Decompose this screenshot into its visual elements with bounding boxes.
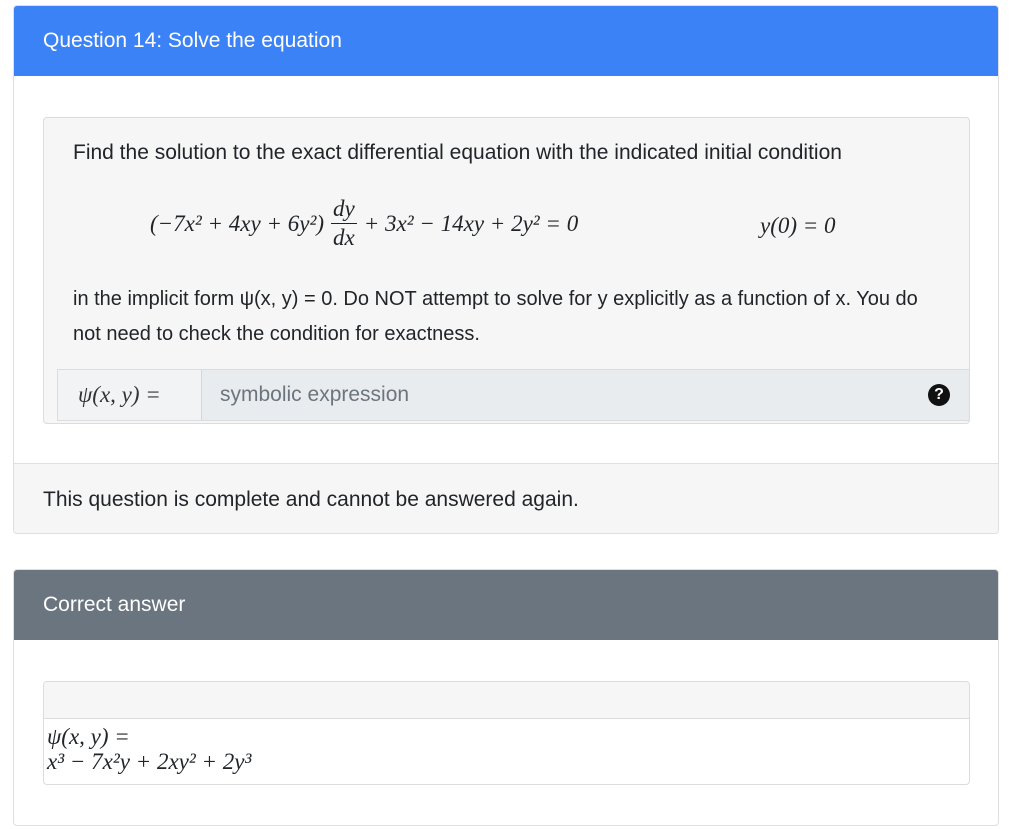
- correct-answer-expression: x³ − 7x²y + 2xy² + 2y³: [47, 749, 252, 774]
- differential-equation: (−7x² + 4xy + 6y²) dy dx + 3x² − 14xy + …: [150, 196, 578, 251]
- answer-label: ψ(x, y) =: [58, 370, 202, 420]
- correct-answer-title: Correct answer: [43, 593, 186, 616]
- answer-input-group: ψ(x, y) = symbolic expression ?: [57, 369, 969, 421]
- correct-answer-label: ψ(x, y) =: [47, 724, 130, 749]
- question-card: Question 14: Solve the equation Find the…: [13, 5, 999, 534]
- question-footer: This question is complete and cannot be …: [14, 463, 998, 533]
- answer-input[interactable]: symbolic expression: [202, 370, 909, 420]
- correct-answer-header: Correct answer: [14, 570, 998, 640]
- help-button[interactable]: ?: [909, 370, 969, 420]
- question-prompt: Find the solution to the exact different…: [73, 141, 842, 164]
- completion-status: This question is complete and cannot be …: [43, 487, 579, 511]
- correct-answer-body: ψ(x, y) = x³ − 7x²y + 2xy² + 2y³: [44, 719, 969, 774]
- initial-condition: y(0) = 0: [760, 213, 836, 238]
- correct-answer-card: Correct answer ψ(x, y) = x³ − 7x²y + 2xy…: [13, 569, 999, 826]
- equation-lhs: (−7x² + 4xy + 6y²): [150, 210, 325, 236]
- correct-answer-strip: [44, 682, 969, 719]
- question-mark-icon: ?: [928, 384, 950, 406]
- derivative-fraction: dy dx: [331, 196, 357, 251]
- correct-answer-box: ψ(x, y) = x³ − 7x²y + 2xy² + 2y³: [43, 681, 970, 785]
- question-instructions: in the implicit form ψ(x, y) = 0. Do NOT…: [73, 288, 918, 345]
- question-header: Question 14: Solve the equation: [14, 6, 998, 76]
- equation-rest: + 3x² − 14xy + 2y² = 0: [363, 210, 579, 236]
- fraction-numerator: dy: [331, 196, 357, 224]
- question-body: Find the solution to the exact different…: [43, 117, 970, 424]
- fraction-denominator: dx: [333, 225, 355, 250]
- question-title: Question 14: Solve the equation: [43, 29, 342, 52]
